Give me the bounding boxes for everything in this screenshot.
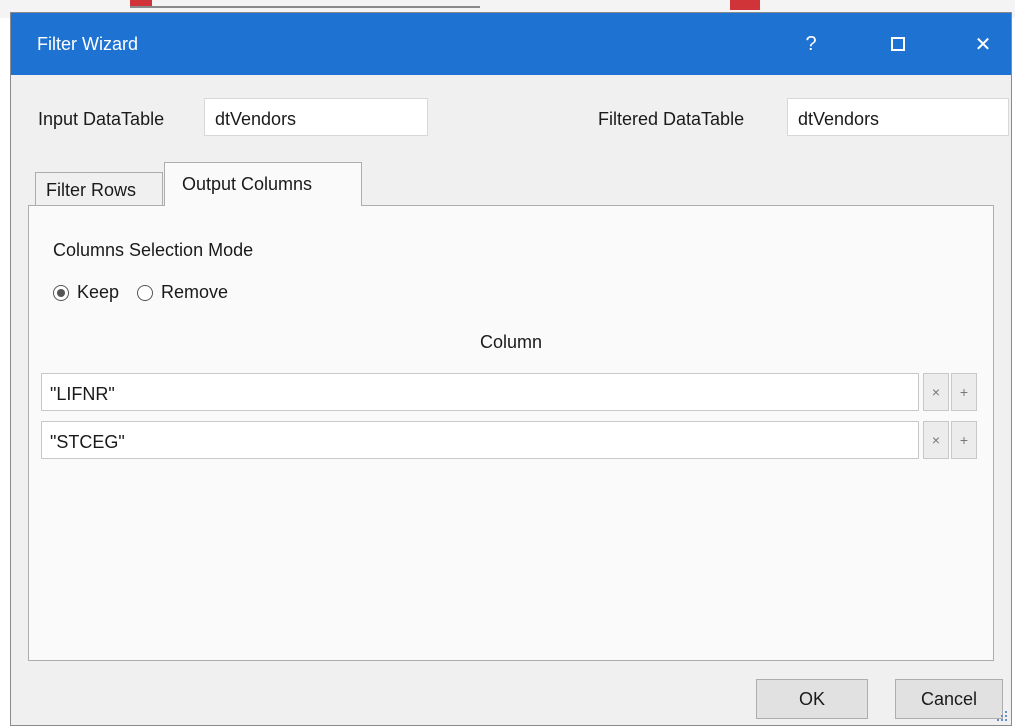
selection-mode-group: Keep Remove: [53, 282, 228, 303]
remove-option-label[interactable]: Remove: [161, 282, 228, 303]
remove-row-icon: ×: [931, 384, 941, 400]
column-row-input[interactable]: "STCEG": [41, 421, 919, 459]
resize-grip-icon[interactable]: [997, 711, 1007, 721]
help-icon: ?: [805, 32, 817, 55]
close-button[interactable]: ✕: [953, 13, 1013, 75]
background-fragment: [730, 0, 760, 10]
filtered-datatable-label: Filtered DataTable: [598, 109, 745, 129]
column-row-input[interactable]: "LIFNR": [41, 373, 919, 411]
help-button[interactable]: ?: [781, 13, 841, 75]
maximize-icon: [891, 37, 905, 51]
filtered-datatable-field[interactable]: dtVendors: [787, 98, 1009, 136]
close-icon: ✕: [974, 33, 992, 56]
remove-row-button[interactable]: ×: [923, 421, 949, 459]
tab-output-columns[interactable]: Output Columns: [164, 162, 362, 206]
add-row-icon: +: [959, 432, 969, 448]
remove-row-icon: ×: [931, 432, 941, 448]
radio-checked-icon[interactable]: [53, 284, 69, 301]
remove-row-button[interactable]: ×: [923, 373, 949, 411]
cancel-button[interactable]: Cancel: [895, 679, 1003, 719]
tab-label: Filter Rows: [46, 180, 137, 200]
radio-unchecked-icon[interactable]: [137, 284, 154, 301]
ok-button[interactable]: OK: [756, 679, 868, 719]
output-columns-panel: Columns Selection Mode Keep Remove Colum…: [28, 205, 994, 661]
tab-filter-rows[interactable]: Filter Rows: [35, 172, 163, 205]
keep-option-label[interactable]: Keep: [77, 282, 119, 303]
window-title: Filter Wizard: [37, 34, 139, 54]
filter-wizard-dialog: Filter Wizard ? ✕ Input DataTable dtVend…: [10, 12, 1012, 726]
add-row-icon: +: [959, 384, 969, 400]
title-bar: Filter Wizard ? ✕: [11, 13, 1011, 75]
background-fragment: [130, 0, 480, 8]
add-row-button[interactable]: +: [951, 373, 977, 411]
add-row-button[interactable]: +: [951, 421, 977, 459]
maximize-button[interactable]: [868, 13, 928, 75]
column-header: Column: [479, 332, 543, 352]
tab-label: Output Columns: [182, 174, 313, 194]
input-datatable-label: Input DataTable: [38, 109, 165, 129]
input-datatable-field[interactable]: dtVendors: [204, 98, 428, 136]
columns-selection-mode-label: Columns Selection Mode: [53, 240, 254, 260]
